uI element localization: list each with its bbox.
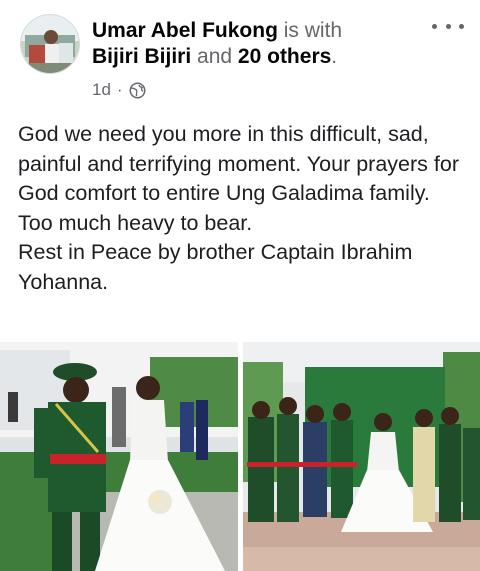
post-paragraph: God we need you more in this difficult, … [18, 122, 459, 235]
meta-separator: · [116, 80, 123, 99]
post-header-text: Umar Abel Fukong is with Bijiri Bijiri a… [92, 18, 422, 100]
post-meta: 1d · [92, 80, 422, 100]
more-dot [459, 23, 464, 29]
globe-icon [129, 82, 146, 98]
wedding-couple-image [0, 342, 238, 571]
and-text: and [197, 45, 233, 68]
post-header: Umar Abel Fukong is with Bijiri Bijiri a… [0, 0, 480, 110]
period-text: . [331, 45, 338, 68]
author-line: Umar Abel Fukong is with [92, 18, 422, 44]
tagged-line: Bijiri Bijiri and 20 others. [92, 44, 422, 70]
tagged-others-link[interactable]: 20 others [238, 45, 331, 68]
author-avatar[interactable] [20, 14, 80, 74]
with-text: is with [283, 19, 343, 42]
wedding-group-photo[interactable] [243, 342, 480, 571]
author-name[interactable]: Umar Abel Fukong [92, 19, 278, 42]
more-dot [432, 23, 437, 29]
post-time[interactable]: 1d [92, 80, 111, 100]
wedding-couple-photo[interactable] [0, 342, 238, 571]
more-options-button[interactable] [432, 14, 464, 38]
tagged-person[interactable]: Bijiri Bijiri [92, 45, 191, 68]
more-dot [445, 23, 451, 29]
avatar-image [21, 15, 79, 73]
photo-grid [0, 342, 480, 571]
post-paragraph: Rest in Peace by brother Captain Ibrahim… [18, 240, 413, 294]
wedding-group-image [243, 342, 480, 571]
post-body: God we need you more in this difficult, … [18, 120, 468, 297]
